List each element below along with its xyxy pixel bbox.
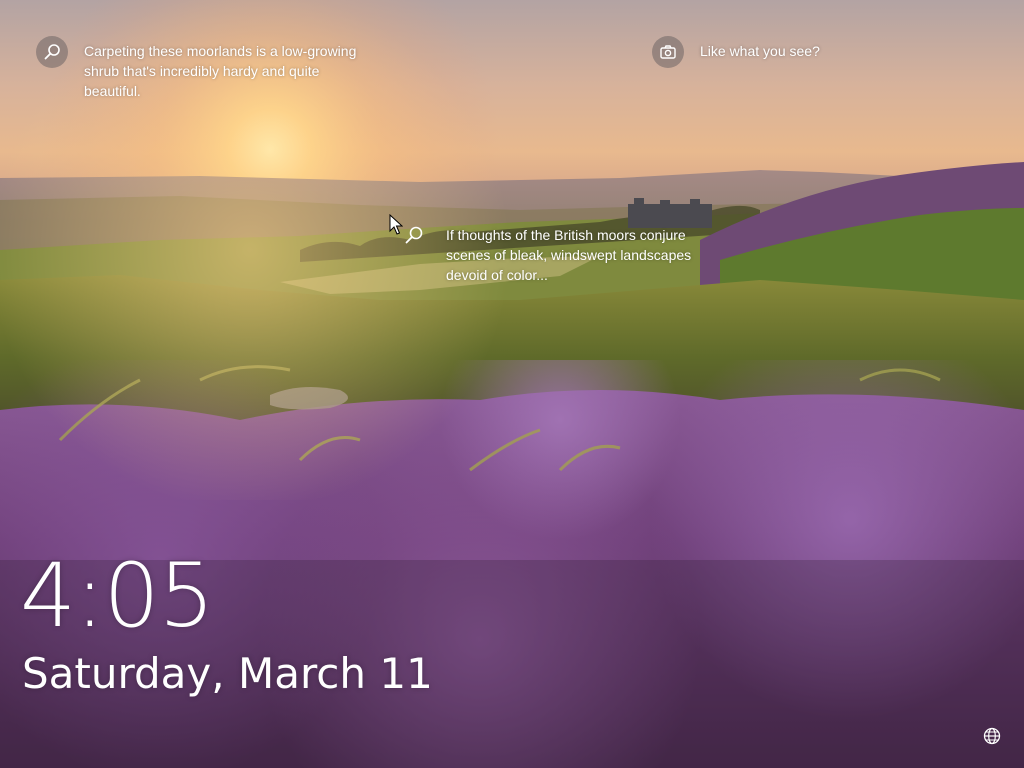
spotlight-hotspot-middle[interactable]: If thoughts of the British moors conjure…: [402, 224, 721, 285]
camera-icon[interactable]: [652, 36, 684, 68]
search-icon[interactable]: [36, 36, 68, 68]
like-what-you-see-label[interactable]: Like what you see?: [700, 41, 820, 61]
spotlight-caption[interactable]: If thoughts of the British moors conjure…: [446, 225, 721, 285]
globe-icon[interactable]: [982, 726, 1002, 746]
spotlight-like-prompt[interactable]: Like what you see?: [652, 36, 820, 68]
spotlight-caption[interactable]: Carpeting these moorlands is a low-growi…: [84, 41, 374, 101]
lock-screen[interactable]: Carpeting these moorlands is a low-growi…: [0, 0, 1024, 768]
spotlight-hotspot-top-left[interactable]: Carpeting these moorlands is a low-growi…: [36, 36, 374, 101]
clock-time: 4:05: [20, 544, 215, 647]
clock-date: Saturday, March 11: [22, 649, 433, 698]
search-icon[interactable]: [402, 224, 426, 248]
